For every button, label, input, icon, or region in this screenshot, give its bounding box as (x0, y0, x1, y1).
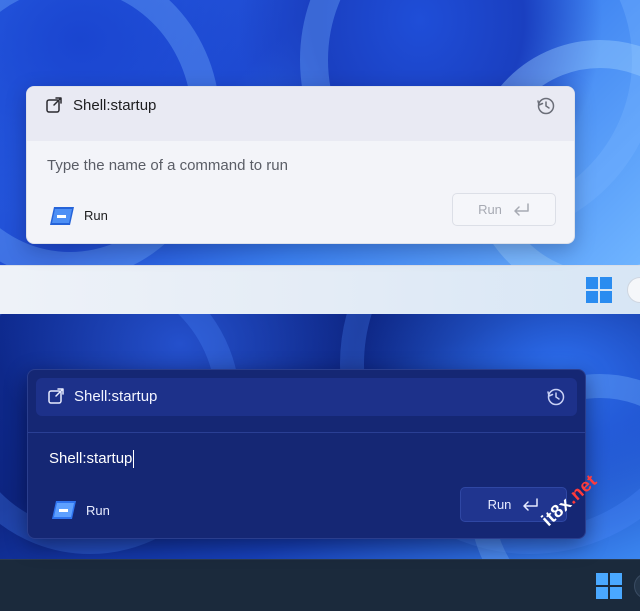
enter-icon (523, 497, 539, 511)
dialog-title: Shell:startup (73, 97, 157, 114)
text-caret (133, 450, 135, 469)
run-dialog-light: Shell:startup Type the name of a command… (26, 86, 575, 244)
run-button[interactable]: Run (452, 193, 556, 226)
search-button[interactable] (627, 277, 640, 303)
windows-start-icon[interactable] (596, 573, 622, 599)
search-button[interactable] (634, 573, 640, 599)
windows-start-icon[interactable] (586, 277, 612, 303)
command-input-value: Shell:startup (49, 450, 133, 467)
divider (28, 432, 585, 433)
taskbar-dark (0, 559, 640, 611)
command-input[interactable]: Type the name of a command to run (47, 157, 547, 179)
dialog-header (27, 87, 574, 141)
run-button-label: Run (487, 497, 512, 512)
run-button-label: Run (478, 202, 502, 217)
run-app-icon (52, 501, 76, 519)
run-app-icon (50, 207, 74, 225)
taskbar-light (0, 265, 640, 314)
app-label: Run (84, 208, 108, 223)
enter-icon (514, 202, 529, 216)
open-external-icon (48, 388, 64, 404)
command-input[interactable]: Shell:startup (49, 450, 549, 472)
history-icon[interactable] (546, 387, 566, 407)
app-label: Run (86, 503, 110, 518)
history-icon[interactable] (536, 96, 556, 116)
open-external-icon (46, 97, 62, 113)
dialog-title: Shell:startup (74, 388, 158, 405)
run-dialog-dark: Shell:startup Shell:startup Run Run (27, 369, 586, 539)
